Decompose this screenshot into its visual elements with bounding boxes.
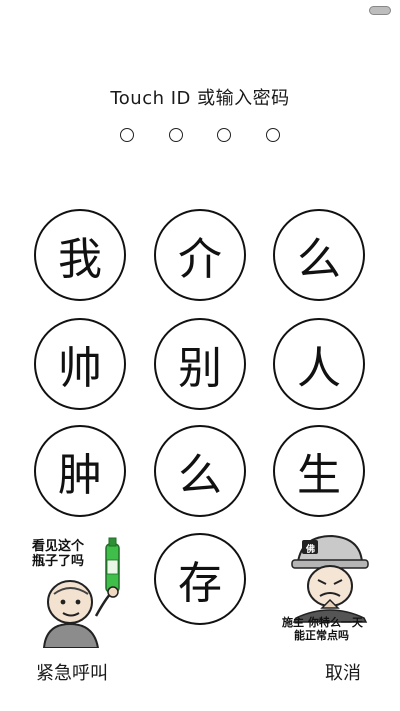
meme-caption-line2: 能正常点吗 xyxy=(294,629,349,642)
passcode-dot xyxy=(120,128,134,142)
battery-icon xyxy=(369,6,391,15)
monk-hat-text: 佛 xyxy=(306,545,316,555)
key-1[interactable]: 我 xyxy=(34,209,126,301)
key-8[interactable]: 么 xyxy=(154,425,246,517)
key-9[interactable]: 生 xyxy=(273,425,365,517)
meme-caption-line1: 施主 你特么一天 xyxy=(282,616,363,629)
emergency-call-button[interactable]: 紧急呼叫 xyxy=(36,659,108,685)
key-2[interactable]: 介 xyxy=(154,209,246,301)
meme-sticker-left: 看见这个 瓶子了吗 xyxy=(26,536,126,648)
meme-sticker-right: 佛 施主 你特么一天 能正常点吗 xyxy=(282,532,378,644)
key-6[interactable]: 人 xyxy=(273,318,365,410)
passcode-dot xyxy=(168,128,183,142)
passcode-dots xyxy=(120,128,280,146)
passcode-dot xyxy=(265,128,280,142)
key-3[interactable]: 么 xyxy=(273,209,365,301)
key-0[interactable]: 存 xyxy=(154,533,246,625)
cancel-button[interactable]: 取消 xyxy=(325,659,361,685)
passcode-title: Touch ID 或输入密码 xyxy=(110,88,290,109)
passcode-dot xyxy=(217,128,232,142)
key-4[interactable]: 帅 xyxy=(34,318,126,410)
meme-figure-illustration xyxy=(42,537,120,648)
key-5[interactable]: 别 xyxy=(154,318,246,410)
key-7[interactable]: 肿 xyxy=(34,425,126,517)
